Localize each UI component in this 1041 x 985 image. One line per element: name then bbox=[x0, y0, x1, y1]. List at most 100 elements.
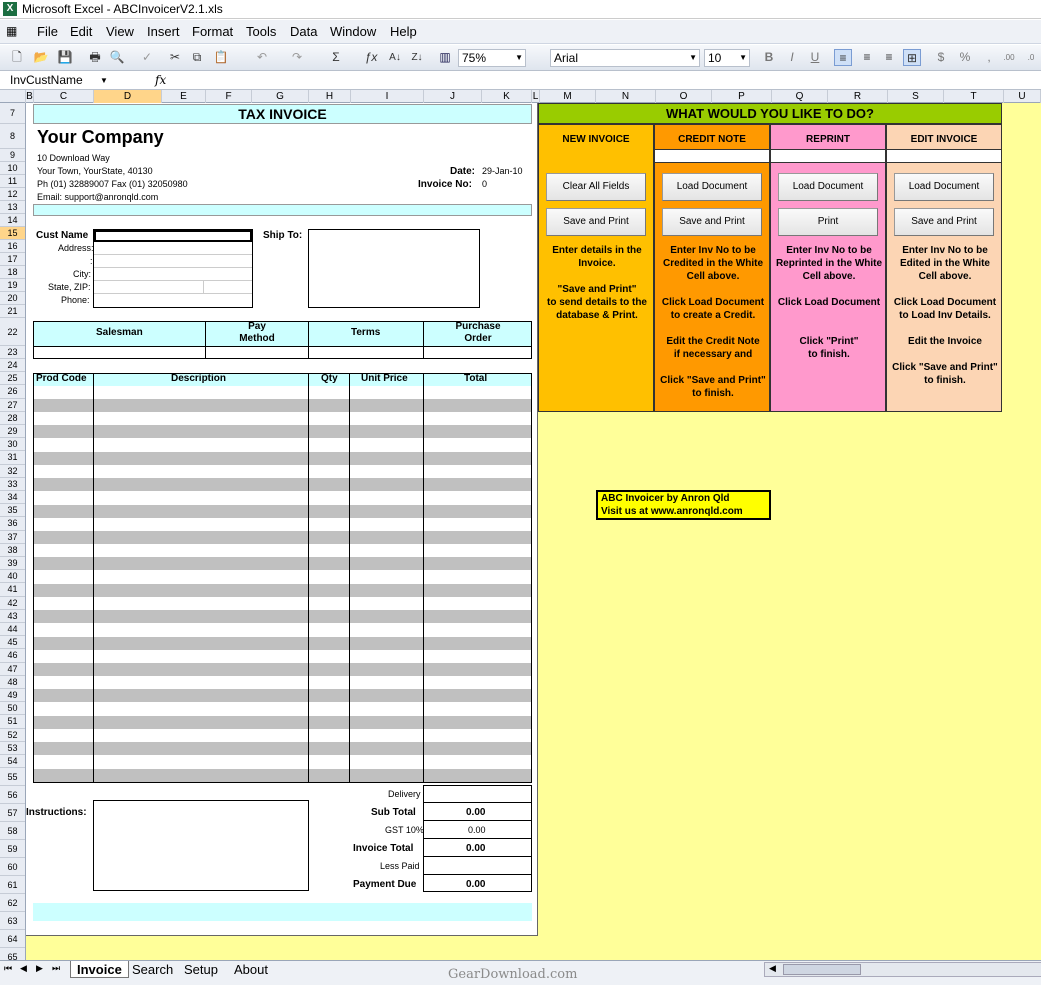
column-header[interactable]: T bbox=[944, 90, 1004, 103]
name-box[interactable]: InvCustName ▼ bbox=[4, 73, 114, 89]
row-header[interactable]: 42 bbox=[0, 597, 25, 610]
function-icon[interactable]: fx bbox=[155, 73, 166, 87]
column-header[interactable]: J bbox=[424, 90, 482, 103]
column-header[interactable]: G bbox=[252, 90, 309, 103]
underline-icon[interactable]: U bbox=[806, 49, 824, 66]
row-header[interactable]: 33 bbox=[0, 478, 25, 491]
column-header[interactable]: R bbox=[828, 90, 888, 103]
menu-data[interactable]: Data bbox=[290, 24, 317, 39]
row-header[interactable]: 47 bbox=[0, 663, 25, 676]
row-header[interactable]: 63 bbox=[0, 912, 25, 931]
cust-name-input[interactable] bbox=[94, 230, 252, 242]
row-header[interactable]: 17 bbox=[0, 253, 25, 266]
row-header[interactable]: 16 bbox=[0, 240, 25, 253]
row-header[interactable]: 51 bbox=[0, 715, 25, 729]
comma-style-icon[interactable]: , bbox=[980, 49, 998, 66]
reprint-inv-no-input[interactable] bbox=[771, 149, 885, 163]
row-header[interactable]: 45 bbox=[0, 636, 25, 650]
menu-tools[interactable]: Tools bbox=[246, 24, 276, 39]
row-header[interactable]: 29 bbox=[0, 425, 25, 439]
address2-input[interactable] bbox=[94, 255, 252, 268]
paste-icon[interactable]: 📋 bbox=[212, 49, 230, 66]
row-header[interactable]: 30 bbox=[0, 438, 25, 452]
credit-line-2[interactable]: Visit us at www.anronqld.com bbox=[601, 505, 769, 518]
currency-icon[interactable]: $ bbox=[932, 49, 950, 66]
row-header[interactable]: 62 bbox=[0, 894, 25, 913]
row-header[interactable]: 64 bbox=[0, 930, 25, 949]
row-header[interactable]: 55 bbox=[0, 768, 25, 787]
row-header[interactable]: 8 bbox=[0, 124, 25, 149]
row-header[interactable]: 19 bbox=[0, 279, 25, 292]
row-header[interactable]: 31 bbox=[0, 451, 25, 465]
first-sheet-icon[interactable]: ⏮ bbox=[4, 963, 12, 974]
phone-input[interactable] bbox=[94, 294, 252, 307]
menu-file[interactable]: File bbox=[37, 24, 58, 39]
row-header[interactable]: 11 bbox=[0, 175, 25, 188]
clear-all-fields-button[interactable]: Clear All Fields bbox=[546, 173, 646, 201]
column-header[interactable]: N bbox=[596, 90, 656, 103]
row-header[interactable]: 58 bbox=[0, 822, 25, 841]
reprint-load-document-button[interactable]: Load Document bbox=[778, 173, 878, 201]
horizontal-scrollbar[interactable]: ◀ bbox=[764, 962, 1041, 977]
row-header[interactable]: 43 bbox=[0, 610, 25, 623]
scroll-left-icon[interactable]: ◀ bbox=[769, 963, 776, 974]
credit-save-and-print-button[interactable]: Save and Print bbox=[662, 208, 762, 236]
row-header[interactable]: 7 bbox=[0, 103, 25, 124]
row-header[interactable]: 35 bbox=[0, 504, 25, 518]
copy-icon[interactable]: ⧉ bbox=[188, 49, 206, 66]
print-icon[interactable]: 🖶 bbox=[86, 49, 104, 66]
undo-icon[interactable]: ↶ bbox=[253, 49, 271, 66]
column-header[interactable]: D bbox=[94, 90, 162, 103]
sort-descending-icon[interactable]: Z↓ bbox=[408, 49, 426, 66]
row-header[interactable]: 38 bbox=[0, 544, 25, 557]
scrollbar-thumb[interactable] bbox=[783, 964, 861, 975]
column-header[interactable]: B bbox=[26, 90, 34, 103]
row-header[interactable]: 22 bbox=[0, 318, 25, 346]
row-header[interactable]: 27 bbox=[0, 399, 25, 412]
new-save-and-print-button[interactable]: Save and Print bbox=[546, 208, 646, 236]
open-icon[interactable]: 📂 bbox=[32, 49, 50, 66]
row-header[interactable]: 32 bbox=[0, 465, 25, 478]
credit-load-document-button[interactable]: Load Document bbox=[662, 173, 762, 201]
row-header[interactable]: 60 bbox=[0, 858, 25, 877]
align-right-icon[interactable]: ≡ bbox=[880, 49, 898, 66]
sheet-tab-setup[interactable]: Setup bbox=[180, 961, 222, 978]
row-header[interactable]: 24 bbox=[0, 359, 25, 373]
next-sheet-icon[interactable]: ▶ bbox=[36, 963, 43, 974]
row-header[interactable]: 37 bbox=[0, 531, 25, 544]
invoice-no-value[interactable]: 0 bbox=[482, 179, 487, 189]
autosum-icon[interactable]: Σ bbox=[327, 49, 345, 66]
instructions-input[interactable] bbox=[93, 800, 309, 891]
edit-load-document-button[interactable]: Load Document bbox=[894, 173, 994, 201]
state-input[interactable] bbox=[94, 281, 204, 294]
column-header[interactable]: U bbox=[1004, 90, 1041, 103]
column-header[interactable]: O bbox=[656, 90, 712, 103]
row-header[interactable]: 20 bbox=[0, 292, 25, 305]
credit-inv-no-input[interactable] bbox=[655, 149, 769, 163]
row-header[interactable]: 54 bbox=[0, 755, 25, 769]
row-header[interactable]: 9 bbox=[0, 149, 25, 162]
column-header[interactable]: H bbox=[309, 90, 351, 103]
row-header[interactable]: 57 bbox=[0, 804, 25, 823]
row-header[interactable]: 14 bbox=[0, 214, 25, 227]
menu-insert[interactable]: Insert bbox=[147, 24, 180, 39]
row-header[interactable]: 52 bbox=[0, 729, 25, 742]
order-info-row[interactable] bbox=[33, 346, 532, 359]
save-icon[interactable]: 💾 bbox=[56, 49, 74, 66]
merge-center-icon[interactable]: ⊞ bbox=[903, 49, 921, 66]
sheet-tab-search[interactable]: Search bbox=[128, 961, 177, 978]
decrease-decimal-icon[interactable]: .0 bbox=[1022, 49, 1040, 66]
align-center-icon[interactable]: ≡ bbox=[858, 49, 876, 66]
row-header[interactable]: 50 bbox=[0, 702, 25, 716]
column-header[interactable]: F bbox=[206, 90, 252, 103]
chart-wizard-icon[interactable]: ▥ bbox=[436, 49, 454, 66]
column-header[interactable]: L bbox=[532, 90, 540, 103]
edit-inv-no-input[interactable] bbox=[887, 149, 1001, 163]
function-icon[interactable]: ƒx bbox=[362, 49, 380, 66]
column-header[interactable]: K bbox=[482, 90, 532, 103]
column-header[interactable]: C bbox=[34, 90, 94, 103]
font-size-select[interactable]: 10 ▼ bbox=[704, 49, 750, 67]
menu-window[interactable]: Window bbox=[330, 24, 376, 39]
row-header[interactable]: 28 bbox=[0, 412, 25, 425]
menu-edit[interactable]: Edit bbox=[70, 24, 92, 39]
